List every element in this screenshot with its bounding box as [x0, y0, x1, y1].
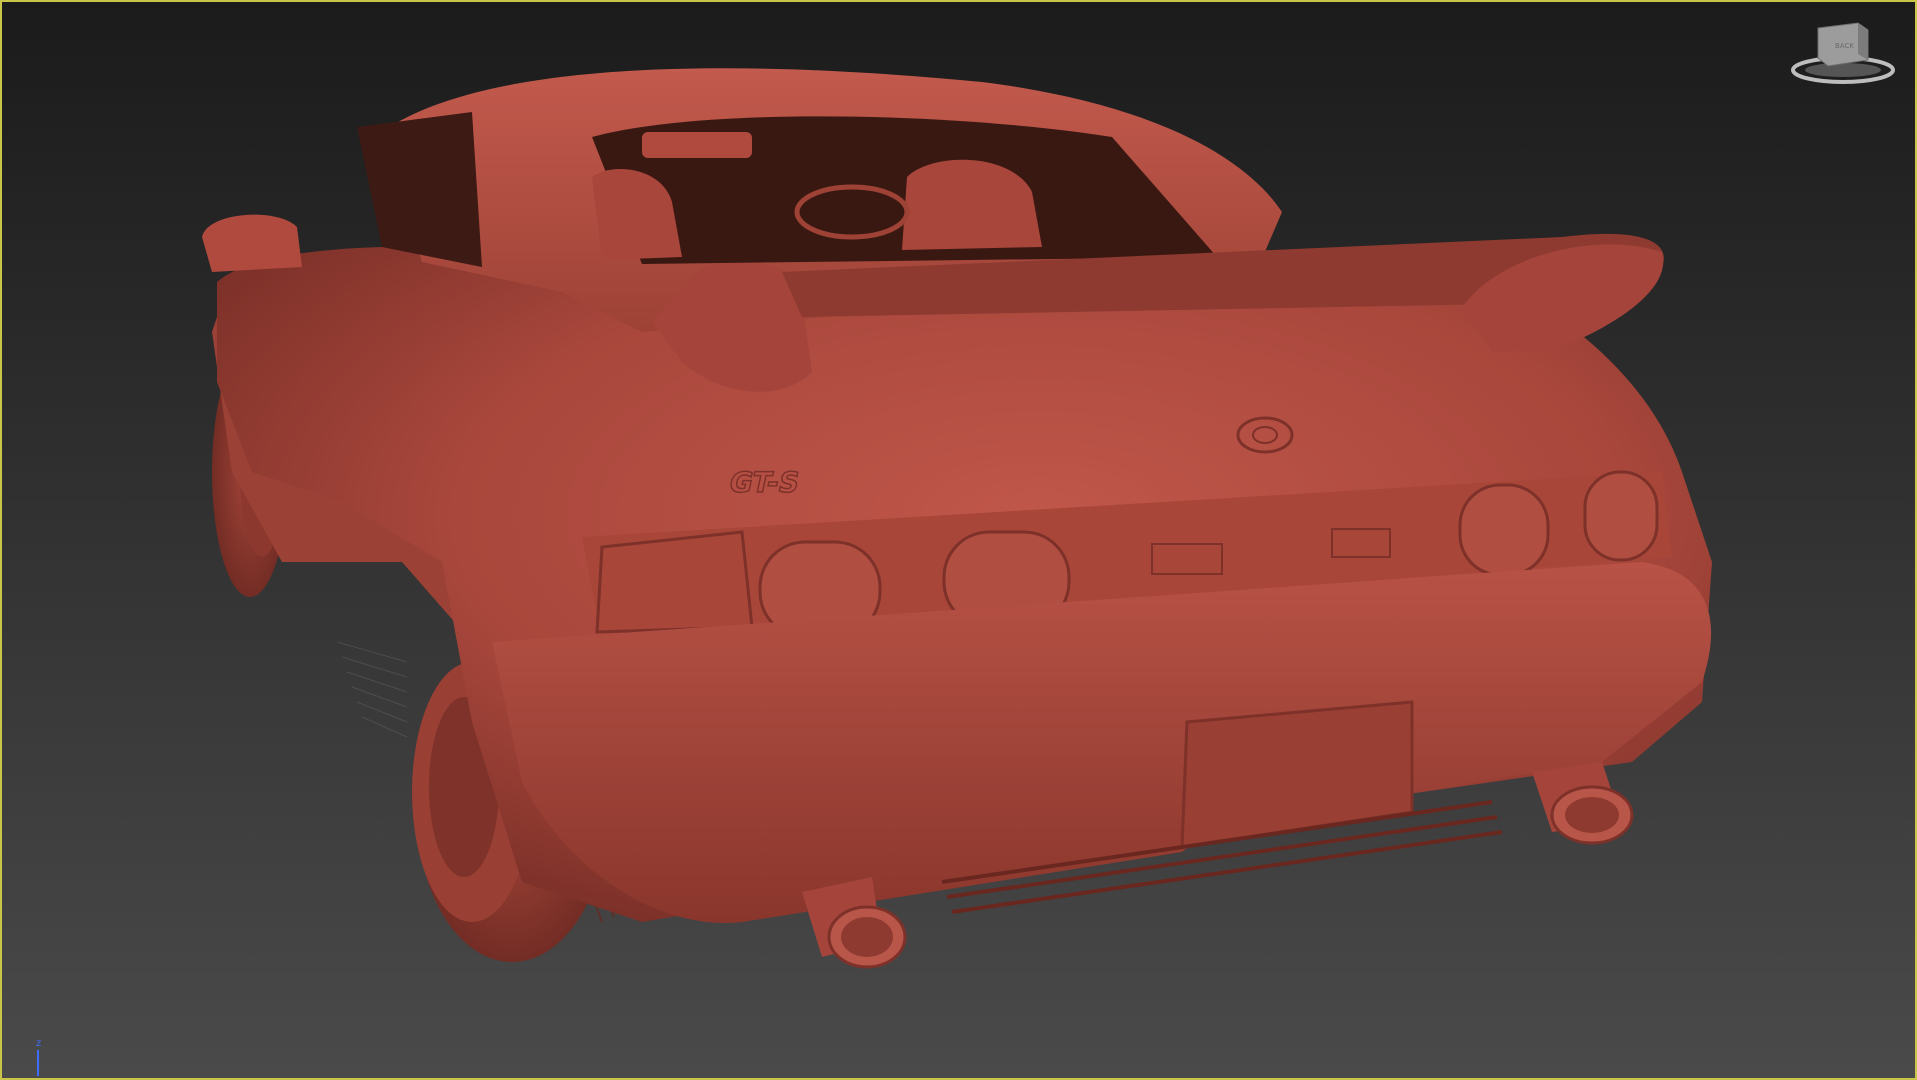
- car-model-render[interactable]: GT-S: [2, 2, 1915, 1078]
- 3d-viewport[interactable]: GT-S BACK z: [0, 0, 1917, 1080]
- viewcube-face-label: BACK: [1835, 42, 1854, 50]
- ground-grid: [336, 641, 408, 738]
- side-mirror: [202, 214, 302, 272]
- z-axis-line: [37, 1050, 39, 1076]
- viewcube[interactable]: BACK: [1788, 18, 1898, 88]
- z-axis-label: z: [36, 1038, 42, 1049]
- axis-tripod: z: [30, 1038, 50, 1078]
- side-window: [357, 112, 482, 267]
- exhaust-right: [1532, 762, 1634, 845]
- rearview-mirror: [642, 132, 752, 158]
- license-plate-recess: [1180, 700, 1414, 849]
- model-badge: GT-S: [726, 466, 802, 499]
